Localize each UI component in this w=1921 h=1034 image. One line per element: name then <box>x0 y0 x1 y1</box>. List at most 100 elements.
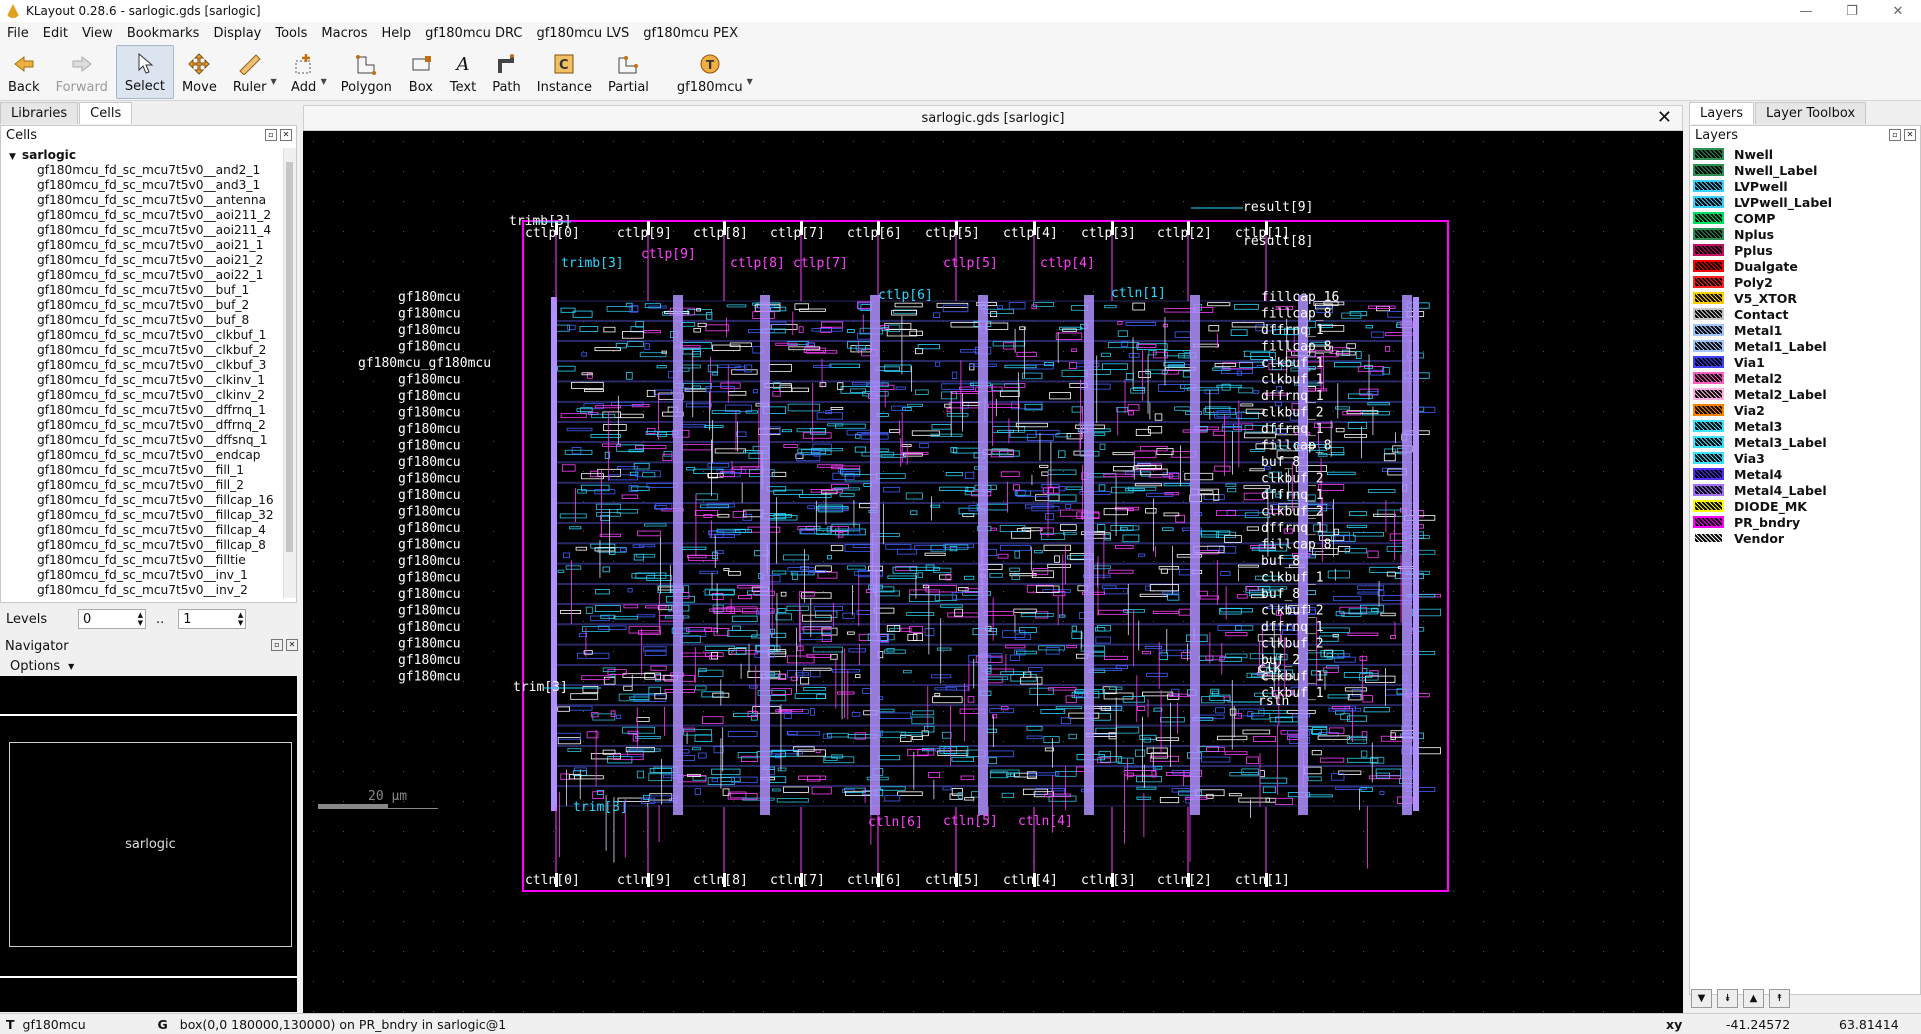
layer-item[interactable]: Metal1 <box>1690 322 1920 338</box>
list-item[interactable]: gf180mcu_fd_sc_mcu7t5v0__filltie <box>1 553 284 568</box>
back-button[interactable]: Back <box>0 45 48 99</box>
layer-item[interactable]: Metal1_Label <box>1690 338 1920 354</box>
list-item[interactable]: gf180mcu_fd_sc_mcu7t5v0__dffsnq_1 <box>1 433 284 448</box>
menu-macros[interactable]: Macros <box>314 26 374 41</box>
list-item[interactable]: gf180mcu_fd_sc_mcu7t5v0__aoi211_4 <box>1 223 284 238</box>
list-item[interactable]: gf180mcu_fd_sc_mcu7t5v0__fillcap_8 <box>1 538 284 553</box>
layer-item[interactable]: LVPwell_Label <box>1690 194 1920 210</box>
layer-item[interactable]: Metal2_Label <box>1690 386 1920 402</box>
layer-item[interactable]: Via2 <box>1690 402 1920 418</box>
tab-layers[interactable]: Layers <box>1689 102 1755 124</box>
expand-icon[interactable]: ▼ <box>9 152 16 162</box>
navigator-view[interactable]: sarlogic <box>0 676 297 1012</box>
list-item[interactable]: gf180mcu_fd_sc_mcu7t5v0__clkbuf_2 <box>1 343 284 358</box>
layout-view-tab[interactable]: sarlogic.gds [sarlogic] ✕ <box>303 105 1683 131</box>
navigator-options[interactable]: Options ▼ <box>0 656 297 676</box>
layout-drawing[interactable]: ctlp[0] ctlp[9] ctlp[8] ctlp[7] ctlp[6] ctlp[… <box>303 131 1683 1013</box>
list-item[interactable]: gf180mcu_fd_sc_mcu7t5v0__fill_1 <box>1 463 284 478</box>
layer-item[interactable]: Metal3_Label <box>1690 434 1920 450</box>
list-item[interactable]: gf180mcu_fd_sc_mcu7t5v0__endcap <box>1 448 284 463</box>
list-item[interactable]: gf180mcu_fd_sc_mcu7t5v0__clkbuf_3 <box>1 358 284 373</box>
add-dropdown-icon[interactable]: ▼ <box>321 77 327 86</box>
tech-button[interactable]: T gf180mcu <box>669 45 751 99</box>
move-down-icon[interactable]: ▼ <box>1691 989 1712 1008</box>
list-item[interactable]: gf180mcu_fd_sc_mcu7t5v0__inv_2 <box>1 583 284 598</box>
list-item[interactable]: gf180mcu_fd_sc_mcu7t5v0__aoi22_1 <box>1 268 284 283</box>
add-button[interactable]: Add <box>283 45 325 99</box>
menu-bookmarks[interactable]: Bookmarks <box>120 26 207 41</box>
minimize-icon[interactable]: — <box>1783 0 1829 22</box>
list-item[interactable]: gf180mcu_fd_sc_mcu7t5v0__and3_1 <box>1 178 284 193</box>
float-icon[interactable]: ▫ <box>271 639 283 651</box>
menu-pex[interactable]: gf180mcu PEX <box>636 26 745 41</box>
tab-libraries[interactable]: Libraries <box>0 102 79 124</box>
move-bottom-icon[interactable]: ⯯ <box>1717 989 1738 1008</box>
move-top-icon[interactable]: ⯭ <box>1769 989 1790 1008</box>
close-view-icon[interactable]: ✕ <box>1657 107 1672 128</box>
layer-item[interactable]: PR_bndry <box>1690 514 1920 530</box>
layer-item[interactable]: Nwell_Label <box>1690 162 1920 178</box>
box-button[interactable]: Box <box>400 45 442 99</box>
layer-item[interactable]: COMP <box>1690 210 1920 226</box>
instance-button[interactable]: C Instance <box>529 45 600 99</box>
layout-canvas[interactable]: ctlp[0] ctlp[9] ctlp[8] ctlp[7] ctlp[6] ctlp[… <box>303 131 1683 1013</box>
list-item[interactable]: gf180mcu_fd_sc_mcu7t5v0__dffrnq_2 <box>1 418 284 433</box>
list-item[interactable]: gf180mcu_fd_sc_mcu7t5v0__inv_1 <box>1 568 284 583</box>
close-icon[interactable]: ✕ <box>286 639 298 651</box>
partial-button[interactable]: Partial <box>600 45 657 99</box>
layer-item[interactable]: Poly2 <box>1690 274 1920 290</box>
tab-layer-toolbox[interactable]: Layer Toolbox <box>1755 102 1867 124</box>
float-icon[interactable]: ▫ <box>1889 129 1901 141</box>
levels-from-input[interactable]: 0 ▲ ▼ <box>78 609 146 629</box>
move-button[interactable]: Move <box>174 45 225 99</box>
list-item[interactable]: gf180mcu_fd_sc_mcu7t5v0__fillcap_4 <box>1 523 284 538</box>
tab-cells[interactable]: Cells <box>79 102 133 124</box>
tree-root[interactable]: ▼ sarlogic <box>1 148 284 163</box>
layer-item[interactable]: Nplus <box>1690 226 1920 242</box>
menu-edit[interactable]: Edit <box>36 26 75 41</box>
menu-tools[interactable]: Tools <box>268 26 314 41</box>
close-window-icon[interactable]: ✕ <box>1875 0 1921 22</box>
list-item[interactable]: gf180mcu_fd_sc_mcu7t5v0__fillcap_32 <box>1 508 284 523</box>
close-icon[interactable]: ✕ <box>280 129 292 141</box>
close-icon[interactable]: ✕ <box>1904 129 1916 141</box>
cell-list-scrollbar[interactable] <box>283 148 296 598</box>
layer-item[interactable]: DIODE_MK <box>1690 498 1920 514</box>
list-item[interactable]: gf180mcu_fd_sc_mcu7t5v0__dffrnq_1 <box>1 403 284 418</box>
tech-dropdown-icon[interactable]: ▼ <box>747 77 753 86</box>
move-up-icon[interactable]: ▲ <box>1743 989 1764 1008</box>
menu-drc[interactable]: gf180mcu DRC <box>418 26 529 41</box>
list-item[interactable]: gf180mcu_fd_sc_mcu7t5v0__aoi21_1 <box>1 238 284 253</box>
layer-item[interactable]: Vendor <box>1690 530 1920 546</box>
menu-view[interactable]: View <box>75 26 120 41</box>
list-item[interactable]: gf180mcu_fd_sc_mcu7t5v0__buf_2 <box>1 298 284 313</box>
layer-item[interactable]: Via3 <box>1690 450 1920 466</box>
list-item[interactable]: gf180mcu_fd_sc_mcu7t5v0__antenna <box>1 193 284 208</box>
list-item[interactable]: gf180mcu_fd_sc_mcu7t5v0__buf_1 <box>1 283 284 298</box>
spin-icon[interactable]: ▲ ▼ <box>238 611 243 627</box>
forward-button[interactable]: Forward <box>48 45 116 99</box>
list-item[interactable]: gf180mcu_fd_sc_mcu7t5v0__aoi211_2 <box>1 208 284 223</box>
list-item[interactable]: gf180mcu_fd_sc_mcu7t5v0__and2_1 <box>1 163 284 178</box>
layer-item[interactable]: Via1 <box>1690 354 1920 370</box>
list-item[interactable]: gf180mcu_fd_sc_mcu7t5v0__fill_2 <box>1 478 284 493</box>
list-item[interactable]: gf180mcu_fd_sc_mcu7t5v0__fillcap_16 <box>1 493 284 508</box>
ruler-button[interactable]: Ruler <box>225 45 275 99</box>
levels-to-input[interactable]: 1 ▲ ▼ <box>178 609 247 629</box>
list-item[interactable]: gf180mcu_fd_sc_mcu7t5v0__clkinv_2 <box>1 388 284 403</box>
path-button[interactable]: Path <box>484 45 529 99</box>
select-button[interactable]: Select <box>115 45 174 99</box>
list-item[interactable]: gf180mcu_fd_sc_mcu7t5v0__clkbuf_1 <box>1 328 284 343</box>
menu-file[interactable]: File <box>0 26 36 41</box>
layer-item[interactable]: Contact <box>1690 306 1920 322</box>
layer-item[interactable]: Pplus <box>1690 242 1920 258</box>
layer-item[interactable]: Metal4 <box>1690 466 1920 482</box>
polygon-button[interactable]: Polygon <box>333 45 400 99</box>
layer-item[interactable]: Metal4_Label <box>1690 482 1920 498</box>
menu-display[interactable]: Display <box>206 26 268 41</box>
list-item[interactable]: gf180mcu_fd_sc_mcu7t5v0__aoi21_2 <box>1 253 284 268</box>
spin-icon[interactable]: ▲ ▼ <box>138 611 143 627</box>
layer-item[interactable]: Nwell <box>1690 146 1920 162</box>
layer-item[interactable]: Metal3 <box>1690 418 1920 434</box>
layer-item[interactable]: LVPwell <box>1690 178 1920 194</box>
